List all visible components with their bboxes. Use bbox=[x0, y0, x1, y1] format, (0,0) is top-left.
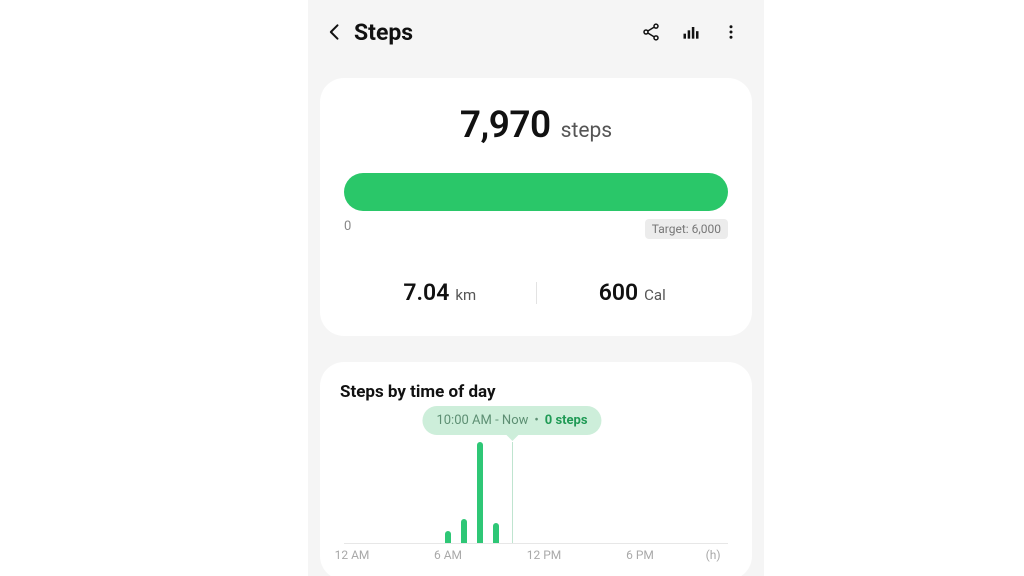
chart-bar bbox=[461, 519, 467, 543]
x-tick-label: 6 AM bbox=[434, 548, 462, 562]
x-tick-label: 12 AM bbox=[335, 548, 370, 562]
tooltip-value: 0 steps bbox=[545, 413, 588, 428]
step-count: 7,970 steps bbox=[344, 104, 728, 147]
step-count-value: 7,970 bbox=[460, 104, 551, 147]
step-count-unit: steps bbox=[561, 119, 612, 143]
stats-button[interactable] bbox=[674, 15, 708, 49]
x-tick-label: 6 PM bbox=[626, 548, 654, 562]
calories-metric: 600 Cal bbox=[537, 279, 729, 306]
time-of-day-card: Steps by time of day 10:00 AM - Now • 0 … bbox=[320, 362, 752, 576]
now-line bbox=[512, 442, 513, 543]
distance-metric: 7.04 km bbox=[344, 279, 536, 306]
time-chart-title: Steps by time of day bbox=[340, 382, 732, 402]
distance-unit: km bbox=[455, 286, 476, 304]
x-axis-unit: (h) bbox=[706, 548, 721, 562]
more-vertical-icon bbox=[722, 23, 740, 41]
calories-unit: Cal bbox=[644, 286, 666, 304]
progress-labels: 0 Target: 6,000 bbox=[344, 219, 728, 239]
progress-min-label: 0 bbox=[344, 219, 351, 239]
summary-card: 7,970 steps 0 Target: 6,000 7.04 km 600 bbox=[320, 78, 752, 336]
chevron-left-icon bbox=[325, 22, 345, 42]
more-button[interactable] bbox=[714, 15, 748, 49]
bars-chart-icon bbox=[681, 22, 701, 42]
chart-x-axis: 12 AM6 AM12 PM6 PM(h) bbox=[344, 548, 728, 568]
chart-bar bbox=[477, 442, 483, 543]
share-icon bbox=[641, 22, 661, 42]
app-screen: Steps bbox=[308, 0, 764, 576]
chart-bar bbox=[493, 523, 499, 543]
tooltip-separator: • bbox=[534, 413, 538, 428]
chart-bar bbox=[445, 531, 451, 543]
page-title: Steps bbox=[354, 19, 413, 46]
x-tick-label: 12 PM bbox=[527, 548, 562, 562]
back-button[interactable] bbox=[318, 15, 352, 49]
chart-plot-area bbox=[344, 442, 728, 544]
metrics-row: 7.04 km 600 Cal bbox=[344, 279, 728, 306]
progress-section: 0 Target: 6,000 bbox=[344, 173, 728, 239]
progress-bar bbox=[344, 173, 728, 211]
app-header: Steps bbox=[308, 0, 764, 64]
share-button[interactable] bbox=[634, 15, 668, 49]
target-label: Target: 6,000 bbox=[645, 219, 728, 239]
tooltip-time: 10:00 AM - Now bbox=[436, 413, 528, 428]
distance-value: 7.04 bbox=[403, 279, 449, 306]
calories-value: 600 bbox=[599, 279, 638, 306]
time-chart[interactable]: 10:00 AM - Now • 0 steps 12 AM6 AM12 PM6… bbox=[340, 406, 732, 568]
chart-tooltip: 10:00 AM - Now • 0 steps bbox=[422, 406, 601, 435]
